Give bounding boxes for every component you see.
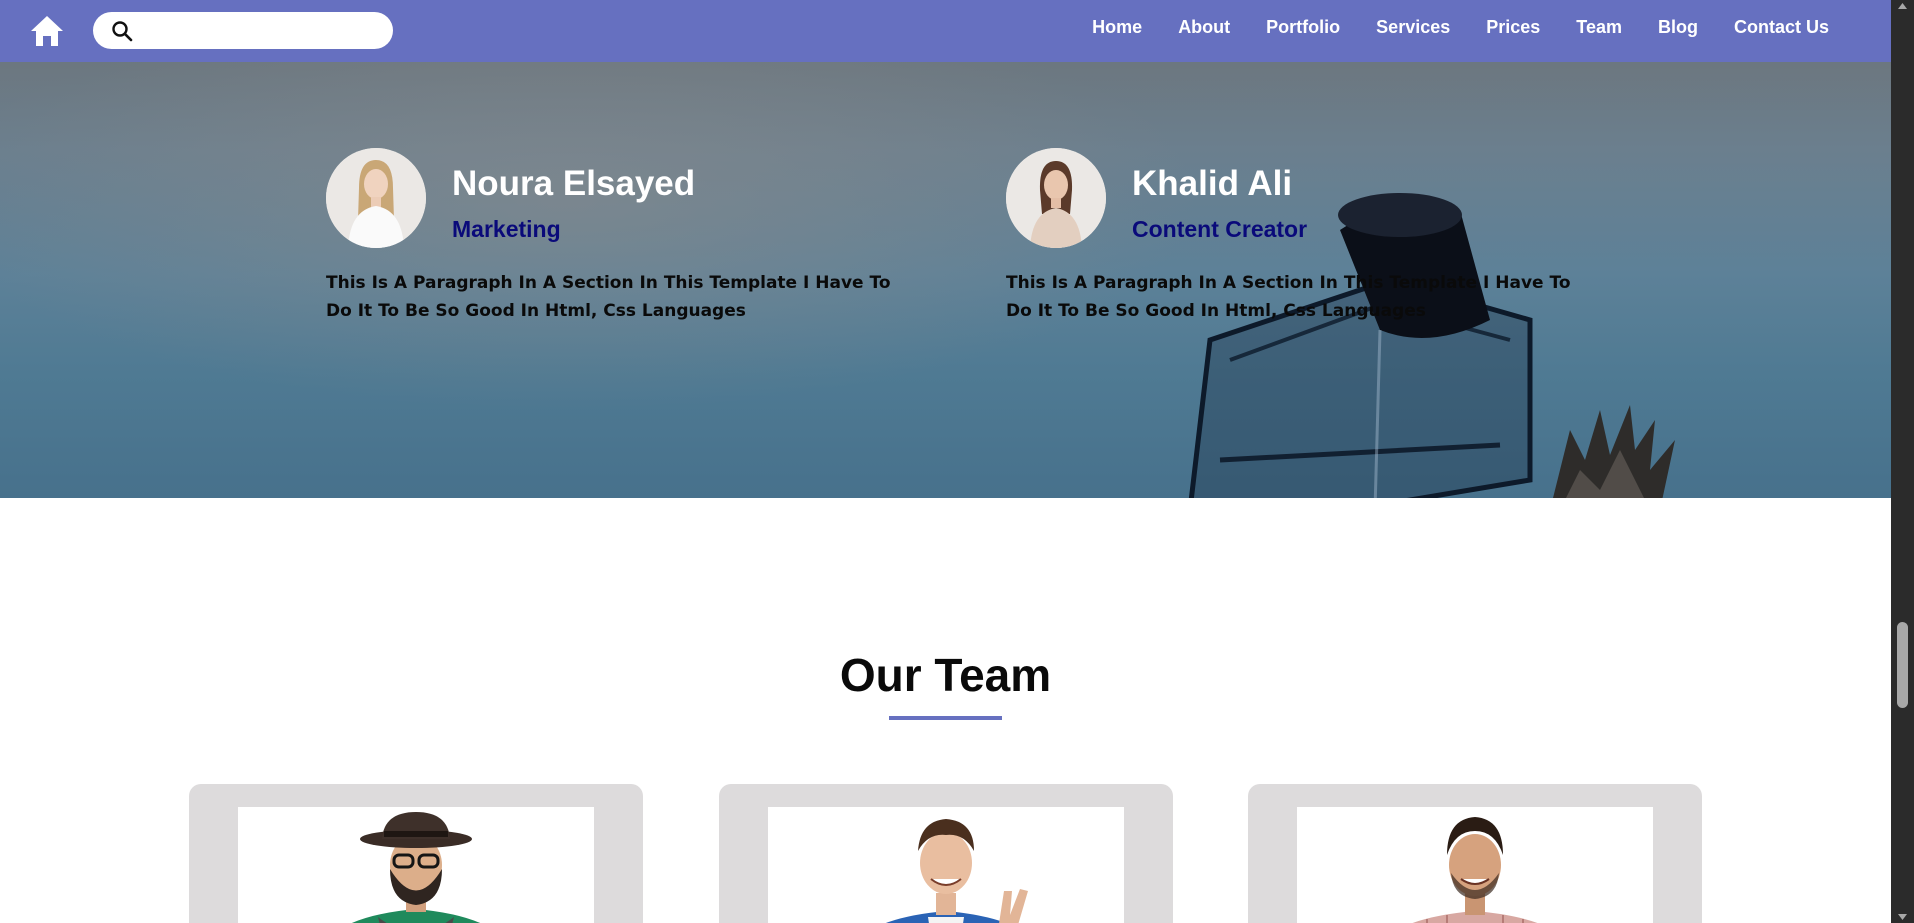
- nav-link-blog[interactable]: Blog: [1658, 17, 1698, 38]
- nav-link-about[interactable]: About: [1178, 17, 1230, 38]
- team-member-card: [719, 784, 1173, 923]
- team-member-card: [1248, 784, 1702, 923]
- avatar: [326, 148, 426, 248]
- testimonial-text: This Is A Paragraph In A Section In This…: [326, 273, 891, 321]
- team-member-photo: [768, 807, 1124, 923]
- search-box: [93, 12, 393, 49]
- smiling-man-checkered-shirt-photo: [1297, 807, 1653, 923]
- testimonial-name: Khalid Ali: [1132, 164, 1293, 203]
- nav-links: Home About Portfolio Services Prices Tea…: [1092, 0, 1829, 54]
- top-navbar: Home About Portfolio Services Prices Tea…: [0, 0, 1891, 62]
- scrollbar-thumb[interactable]: [1897, 622, 1908, 708]
- avatar: [1006, 148, 1106, 248]
- team-member-photo: [1297, 807, 1653, 923]
- search-icon[interactable]: [111, 20, 133, 42]
- scroll-up-arrow-icon[interactable]: [1897, 2, 1908, 10]
- team-section-title: Our Team: [839, 649, 1052, 701]
- nav-link-prices[interactable]: Prices: [1486, 17, 1540, 38]
- smiling-man-peace-sign-photo: [768, 807, 1124, 923]
- nav-link-contact-us[interactable]: Contact Us: [1734, 17, 1829, 38]
- title-underline: [889, 716, 1002, 720]
- nav-link-portfolio[interactable]: Portfolio: [1266, 17, 1340, 38]
- scroll-down-arrow-icon[interactable]: [1897, 913, 1908, 921]
- vertical-scrollbar[interactable]: [1891, 0, 1914, 923]
- testimonial-role: Marketing: [452, 216, 561, 242]
- nav-link-home[interactable]: Home: [1092, 17, 1142, 38]
- testimonials-section: Noura Elsayed Marketing This Is A Paragr…: [0, 0, 1891, 498]
- team-member-card: [189, 784, 643, 923]
- home-icon: [31, 16, 63, 46]
- woman-portrait-icon: [1006, 148, 1106, 248]
- team-member-photo: [238, 807, 594, 923]
- woman-portrait-icon: [326, 148, 426, 248]
- testimonial-text: This Is A Paragraph In A Section In This…: [1006, 273, 1571, 321]
- page: Noura Elsayed Marketing This Is A Paragr…: [0, 0, 1891, 923]
- home-button[interactable]: [28, 13, 66, 49]
- testimonial-name: Noura Elsayed: [452, 164, 696, 203]
- nav-link-services[interactable]: Services: [1376, 17, 1450, 38]
- bearded-man-hat-photo: [238, 807, 594, 923]
- nav-link-team[interactable]: Team: [1576, 17, 1622, 38]
- testimonial-role: Content Creator: [1132, 216, 1308, 242]
- search-input[interactable]: [139, 16, 383, 47]
